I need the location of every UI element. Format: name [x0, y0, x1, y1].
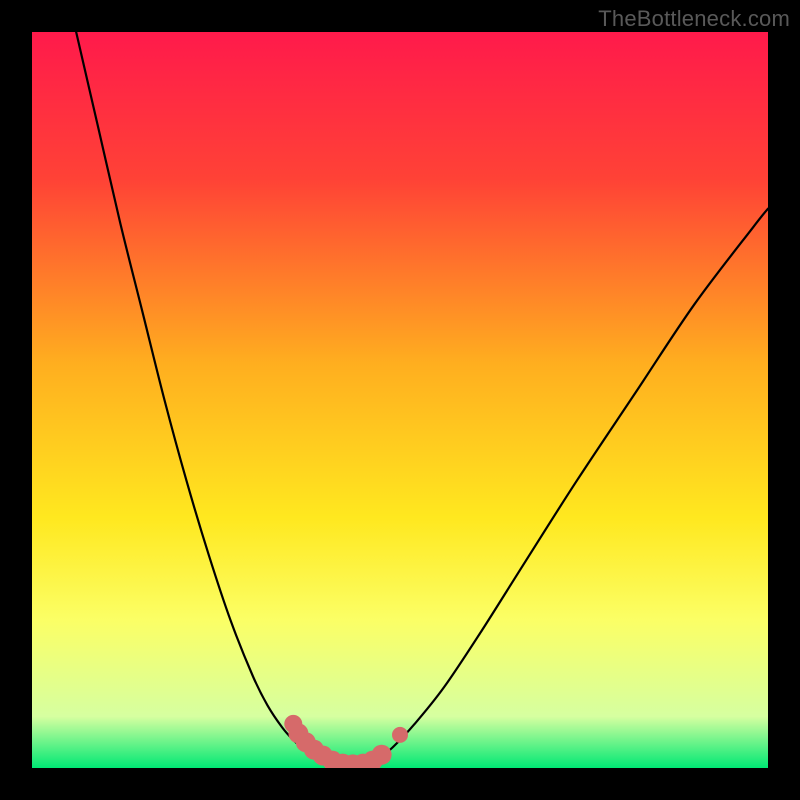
chart-svg	[32, 32, 768, 768]
outer-frame: TheBottleneck.com	[0, 0, 800, 800]
valley-marker	[392, 727, 408, 743]
plot-area	[32, 32, 768, 768]
watermark-text: TheBottleneck.com	[598, 6, 790, 32]
gradient-background	[32, 32, 768, 768]
valley-marker	[372, 745, 392, 765]
